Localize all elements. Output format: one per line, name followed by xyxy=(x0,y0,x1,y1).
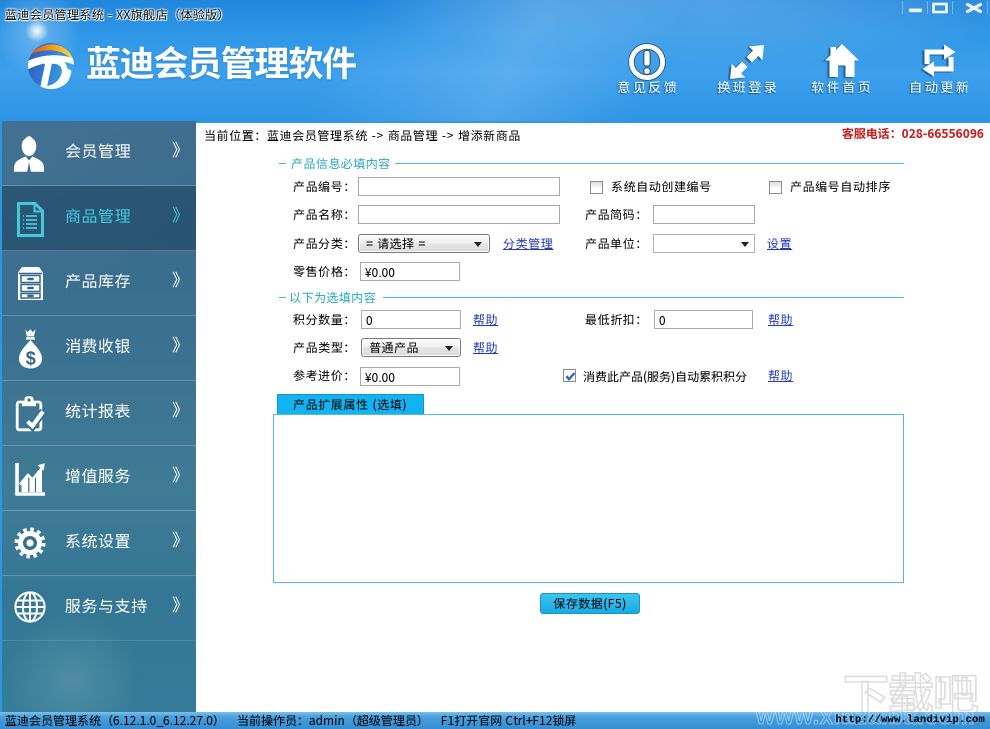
svg-text:$: $ xyxy=(26,349,36,369)
